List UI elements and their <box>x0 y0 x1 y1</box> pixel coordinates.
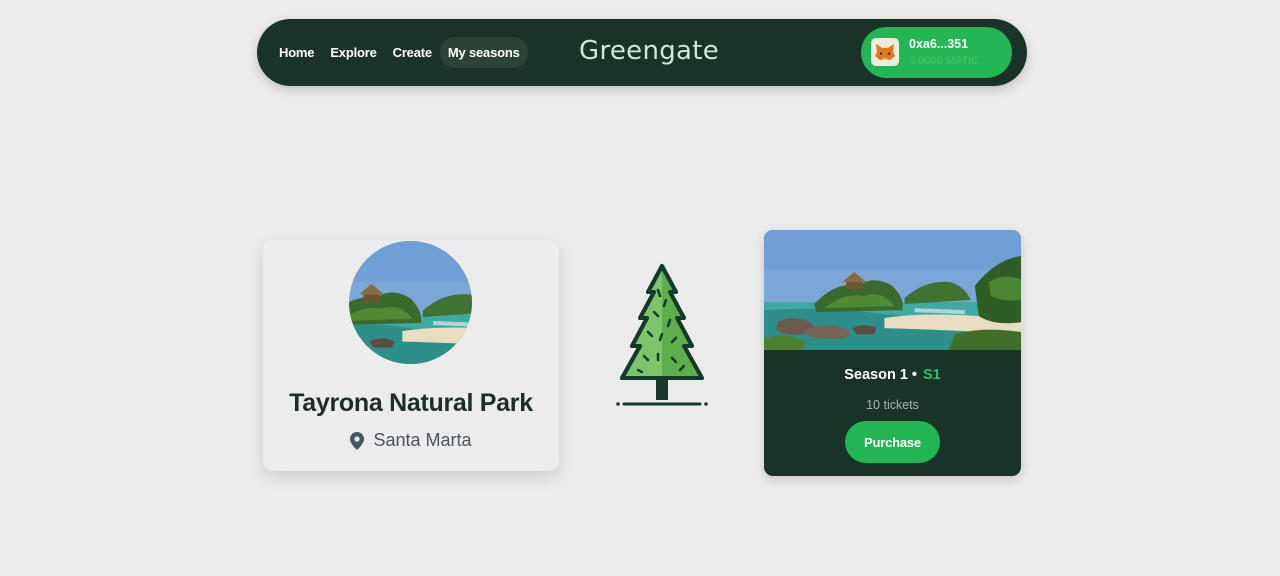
wallet-button[interactable]: 0xa6...351 0.0000 MATIC <box>861 27 1012 78</box>
purchase-button[interactable]: Purchase <box>845 421 940 463</box>
park-location-text: Santa Marta <box>373 430 472 450</box>
nav-links: Home Explore Create My seasons <box>271 37 528 68</box>
season-code: S1 <box>923 367 941 383</box>
wallet-address: 0xa6...351 <box>909 37 969 51</box>
park-location: Santa Marta <box>263 430 559 451</box>
park-card: Tayrona Natural Park Santa Marta <box>263 240 559 471</box>
wallet-balance: 0.0000 MATIC <box>909 55 980 67</box>
nav-create-link[interactable]: Create <box>385 37 440 68</box>
map-pin-icon <box>350 431 365 450</box>
nav-home-link[interactable]: Home <box>271 37 322 68</box>
metamask-fox-icon <box>871 38 899 66</box>
brand-logo[interactable]: Greengate <box>579 36 719 66</box>
top-navbar: Home Explore Create My seasons Greengate… <box>257 19 1027 86</box>
season-tickets-count: 10 tickets <box>866 398 919 412</box>
park-name: Tayrona Natural Park <box>289 389 533 417</box>
season-card: Season 1 • S1 10 tickets Purchase <box>764 230 1021 476</box>
season-title: Season 1 • S1 <box>764 367 1021 383</box>
nav-my-seasons-link[interactable]: My seasons <box>439 37 528 68</box>
park-avatar-image <box>349 241 472 364</box>
pine-tree-icon <box>616 264 708 406</box>
season-name: Season 1 • <box>844 367 918 383</box>
nav-explore-link[interactable]: Explore <box>322 37 384 68</box>
season-cover-image <box>764 230 1021 350</box>
